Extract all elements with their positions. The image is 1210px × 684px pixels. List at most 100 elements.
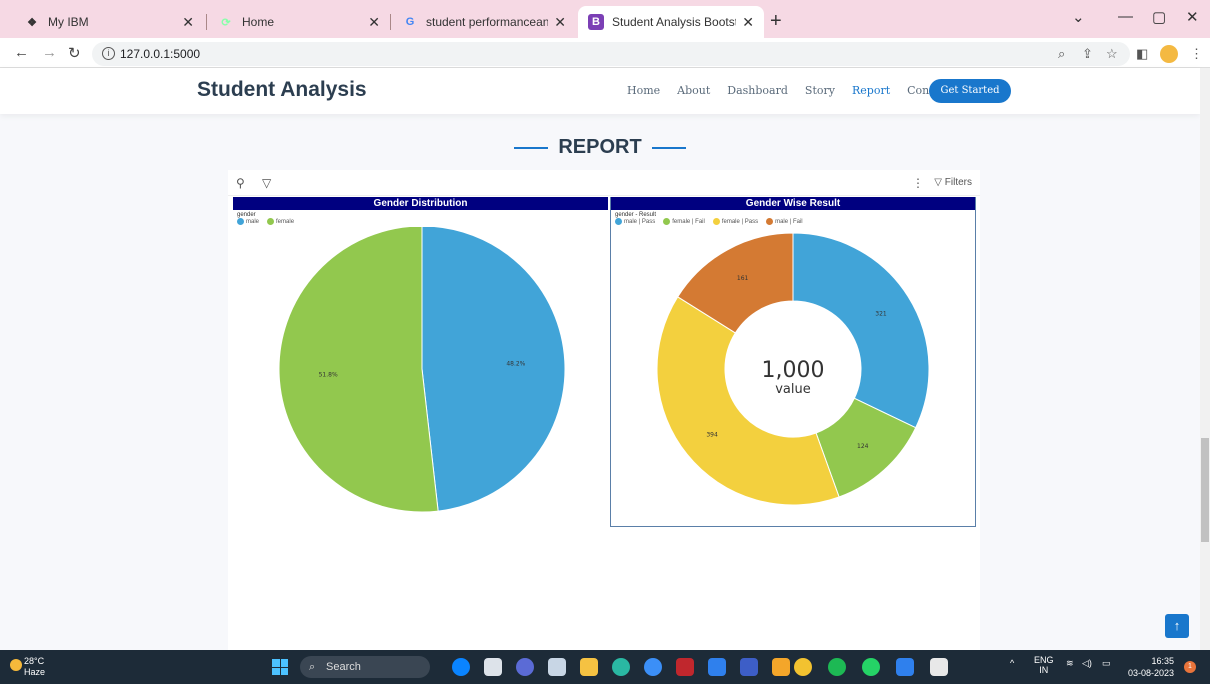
- legend-item[interactable]: female | Pass: [712, 218, 759, 225]
- app-icon[interactable]: [644, 658, 662, 676]
- reload-icon[interactable]: ↻: [68, 44, 81, 62]
- site-logo[interactable]: Student Analysis: [197, 78, 367, 102]
- taskbar-search[interactable]: ⌕ Search: [300, 656, 430, 678]
- chart-legend: male female: [237, 218, 608, 225]
- pie-slice-female-pass[interactable]: [656, 296, 840, 506]
- close-icon[interactable]: ✕: [182, 14, 194, 31]
- tab-home[interactable]: ⟳ Home ✕: [208, 6, 390, 38]
- back-to-top-button[interactable]: ↑: [1165, 614, 1189, 638]
- nav-dashboard[interactable]: Dashboard: [727, 84, 788, 97]
- scrollbar-thumb[interactable]: [1201, 438, 1209, 542]
- section-title: REPORT: [0, 136, 1200, 159]
- slice-data-label: 51.8%: [319, 371, 338, 378]
- system-clock[interactable]: 16:35 03-08-2023: [1128, 655, 1174, 679]
- close-window-icon[interactable]: ✕: [1186, 8, 1199, 26]
- whatsapp-icon[interactable]: [862, 658, 880, 676]
- get-started-button[interactable]: Get Started: [929, 79, 1011, 103]
- title-line-right: [651, 146, 686, 149]
- web-page: Student Analysis Home About Dashboard St…: [0, 68, 1200, 650]
- clock-time: 16:35: [1151, 656, 1175, 666]
- pie-slice-male[interactable]: [421, 227, 566, 512]
- menu-icon[interactable]: ⋮: [1190, 46, 1203, 62]
- notification-badge[interactable]: 1: [1184, 661, 1196, 673]
- show-hidden-icons[interactable]: ^: [1010, 658, 1014, 668]
- more-options-icon[interactable]: ⋮: [912, 176, 924, 190]
- zoom-icon[interactable]: ⌕: [1058, 46, 1065, 62]
- restore-icon[interactable]: ▢: [1152, 8, 1166, 26]
- close-icon[interactable]: ✕: [742, 14, 754, 31]
- main-nav: Home About Dashboard Story Report Contac…: [627, 84, 968, 97]
- nav-story[interactable]: Story: [805, 84, 835, 97]
- nav-about[interactable]: About: [677, 84, 710, 97]
- pie-slice-female[interactable]: [278, 227, 439, 513]
- legend-item[interactable]: male | Pass: [615, 218, 655, 225]
- wifi-icon[interactable]: ≋: [1066, 658, 1074, 669]
- app-icon[interactable]: [930, 658, 948, 676]
- gender-result-visual[interactable]: Gender Wise Result gender - Result male …: [610, 197, 976, 527]
- new-tab-button[interactable]: +: [770, 10, 782, 33]
- close-icon[interactable]: ✕: [368, 14, 380, 31]
- bookmark-star-icon[interactable]: ☆: [1106, 46, 1118, 62]
- legend-swatch: [712, 218, 720, 225]
- weather-widget[interactable]: 28°C Haze: [10, 656, 45, 678]
- mcafee-icon[interactable]: [676, 658, 694, 676]
- share-icon[interactable]: ⇪: [1082, 46, 1093, 62]
- legend-label: male | Fail: [775, 218, 803, 225]
- profile-avatar[interactable]: [1160, 45, 1178, 63]
- donut-center-label: value: [775, 382, 811, 397]
- weather-temp: 28°C: [24, 656, 45, 666]
- site-info-icon[interactable]: i: [102, 47, 115, 60]
- start-icon[interactable]: [272, 659, 288, 675]
- filters-button[interactable]: ▽ Filters: [934, 177, 972, 188]
- tab-title: Student Analysis Bootstrap Temp: [612, 15, 736, 29]
- minimize-icon[interactable]: —: [1118, 8, 1133, 25]
- edge-icon[interactable]: [612, 658, 630, 676]
- tab-search-icon[interactable]: ⌄: [1072, 8, 1085, 26]
- legend-swatch: [663, 218, 671, 225]
- title-line-left: [514, 146, 549, 149]
- filter-icon[interactable]: ▽: [262, 176, 271, 190]
- tab-student-analysis[interactable]: B Student Analysis Bootstrap Temp ✕: [578, 6, 764, 38]
- app-icon[interactable]: [896, 658, 914, 676]
- nav-home[interactable]: Home: [627, 84, 660, 97]
- close-icon[interactable]: ✕: [554, 14, 566, 31]
- chrome-icon[interactable]: [794, 658, 812, 676]
- legend-swatch: [267, 218, 275, 225]
- highlight-icon[interactable]: ⚲: [236, 176, 245, 190]
- chart-legend: male | Pass female | Fail female | Pass …: [615, 218, 975, 225]
- app-icon[interactable]: [740, 658, 758, 676]
- tab-google-search[interactable]: G student performanceanalysis ima ✕: [392, 6, 576, 38]
- widgets-icon[interactable]: [548, 658, 566, 676]
- battery-icon[interactable]: ▭: [1102, 658, 1111, 669]
- store-icon[interactable]: [708, 658, 726, 676]
- volume-icon[interactable]: ◁): [1082, 658, 1092, 669]
- legend-item[interactable]: male: [237, 218, 259, 225]
- gender-distribution-visual[interactable]: Gender Distribution gender male female 4…: [233, 197, 608, 527]
- side-panel-icon[interactable]: ◧: [1136, 46, 1148, 62]
- slice-data-label: 48.2%: [506, 361, 525, 368]
- url-field[interactable]: i 127.0.0.1:5000: [92, 42, 1130, 66]
- back-icon[interactable]: ←: [14, 44, 29, 61]
- tab-my-ibm[interactable]: ❖ My IBM ✕: [14, 6, 204, 38]
- site-header: Student Analysis Home About Dashboard St…: [0, 68, 1200, 114]
- bootstrap-icon: B: [588, 14, 604, 30]
- task-view-icon[interactable]: [484, 658, 502, 676]
- page-scrollbar[interactable]: [1200, 68, 1210, 650]
- nav-report[interactable]: Report: [852, 84, 890, 97]
- file-explorer-icon[interactable]: [580, 658, 598, 676]
- teams-chat-icon[interactable]: [516, 658, 534, 676]
- legend-item[interactable]: female: [267, 218, 294, 225]
- legend-label: female | Pass: [721, 218, 759, 225]
- address-bar: ← → ↻ i 127.0.0.1:5000 ⌕ ⇪ ☆ ◧ ⋮: [0, 38, 1210, 68]
- spotify-icon[interactable]: [828, 658, 846, 676]
- legend-item[interactable]: male | Fail: [766, 218, 803, 225]
- forward-icon[interactable]: →: [42, 44, 57, 61]
- bing-icon[interactable]: [452, 658, 470, 676]
- legend-item[interactable]: female | Fail: [663, 218, 705, 225]
- app-icon[interactable]: [772, 658, 790, 676]
- loading-icon: ⟳: [221, 16, 231, 29]
- embedded-report: ⚲ ▽ ⋮ ▽ Filters Gender Distribution gend…: [228, 170, 980, 650]
- language-indicator[interactable]: ENG IN: [1034, 655, 1054, 675]
- pie-slice-male-pass[interactable]: [792, 232, 930, 429]
- browser-tab-strip: ❖ My IBM ✕ ⟳ Home ✕ G student performanc…: [0, 0, 1210, 38]
